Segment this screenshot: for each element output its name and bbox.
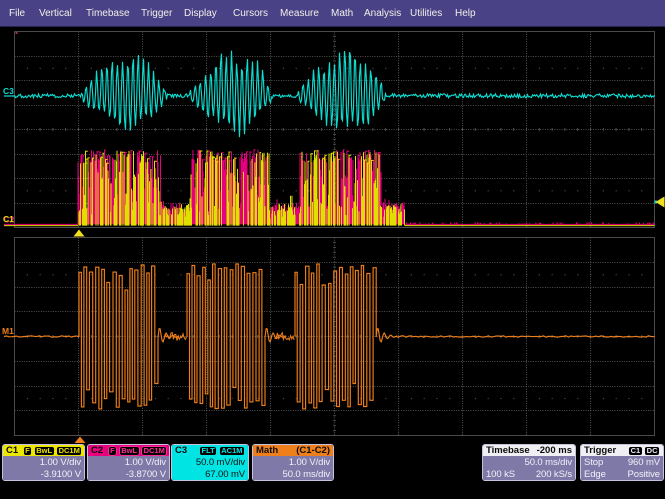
svg-text:M1: M1 <box>2 326 14 336</box>
svg-text:C3: C3 <box>3 86 14 96</box>
svg-text:C1: C1 <box>3 214 14 224</box>
